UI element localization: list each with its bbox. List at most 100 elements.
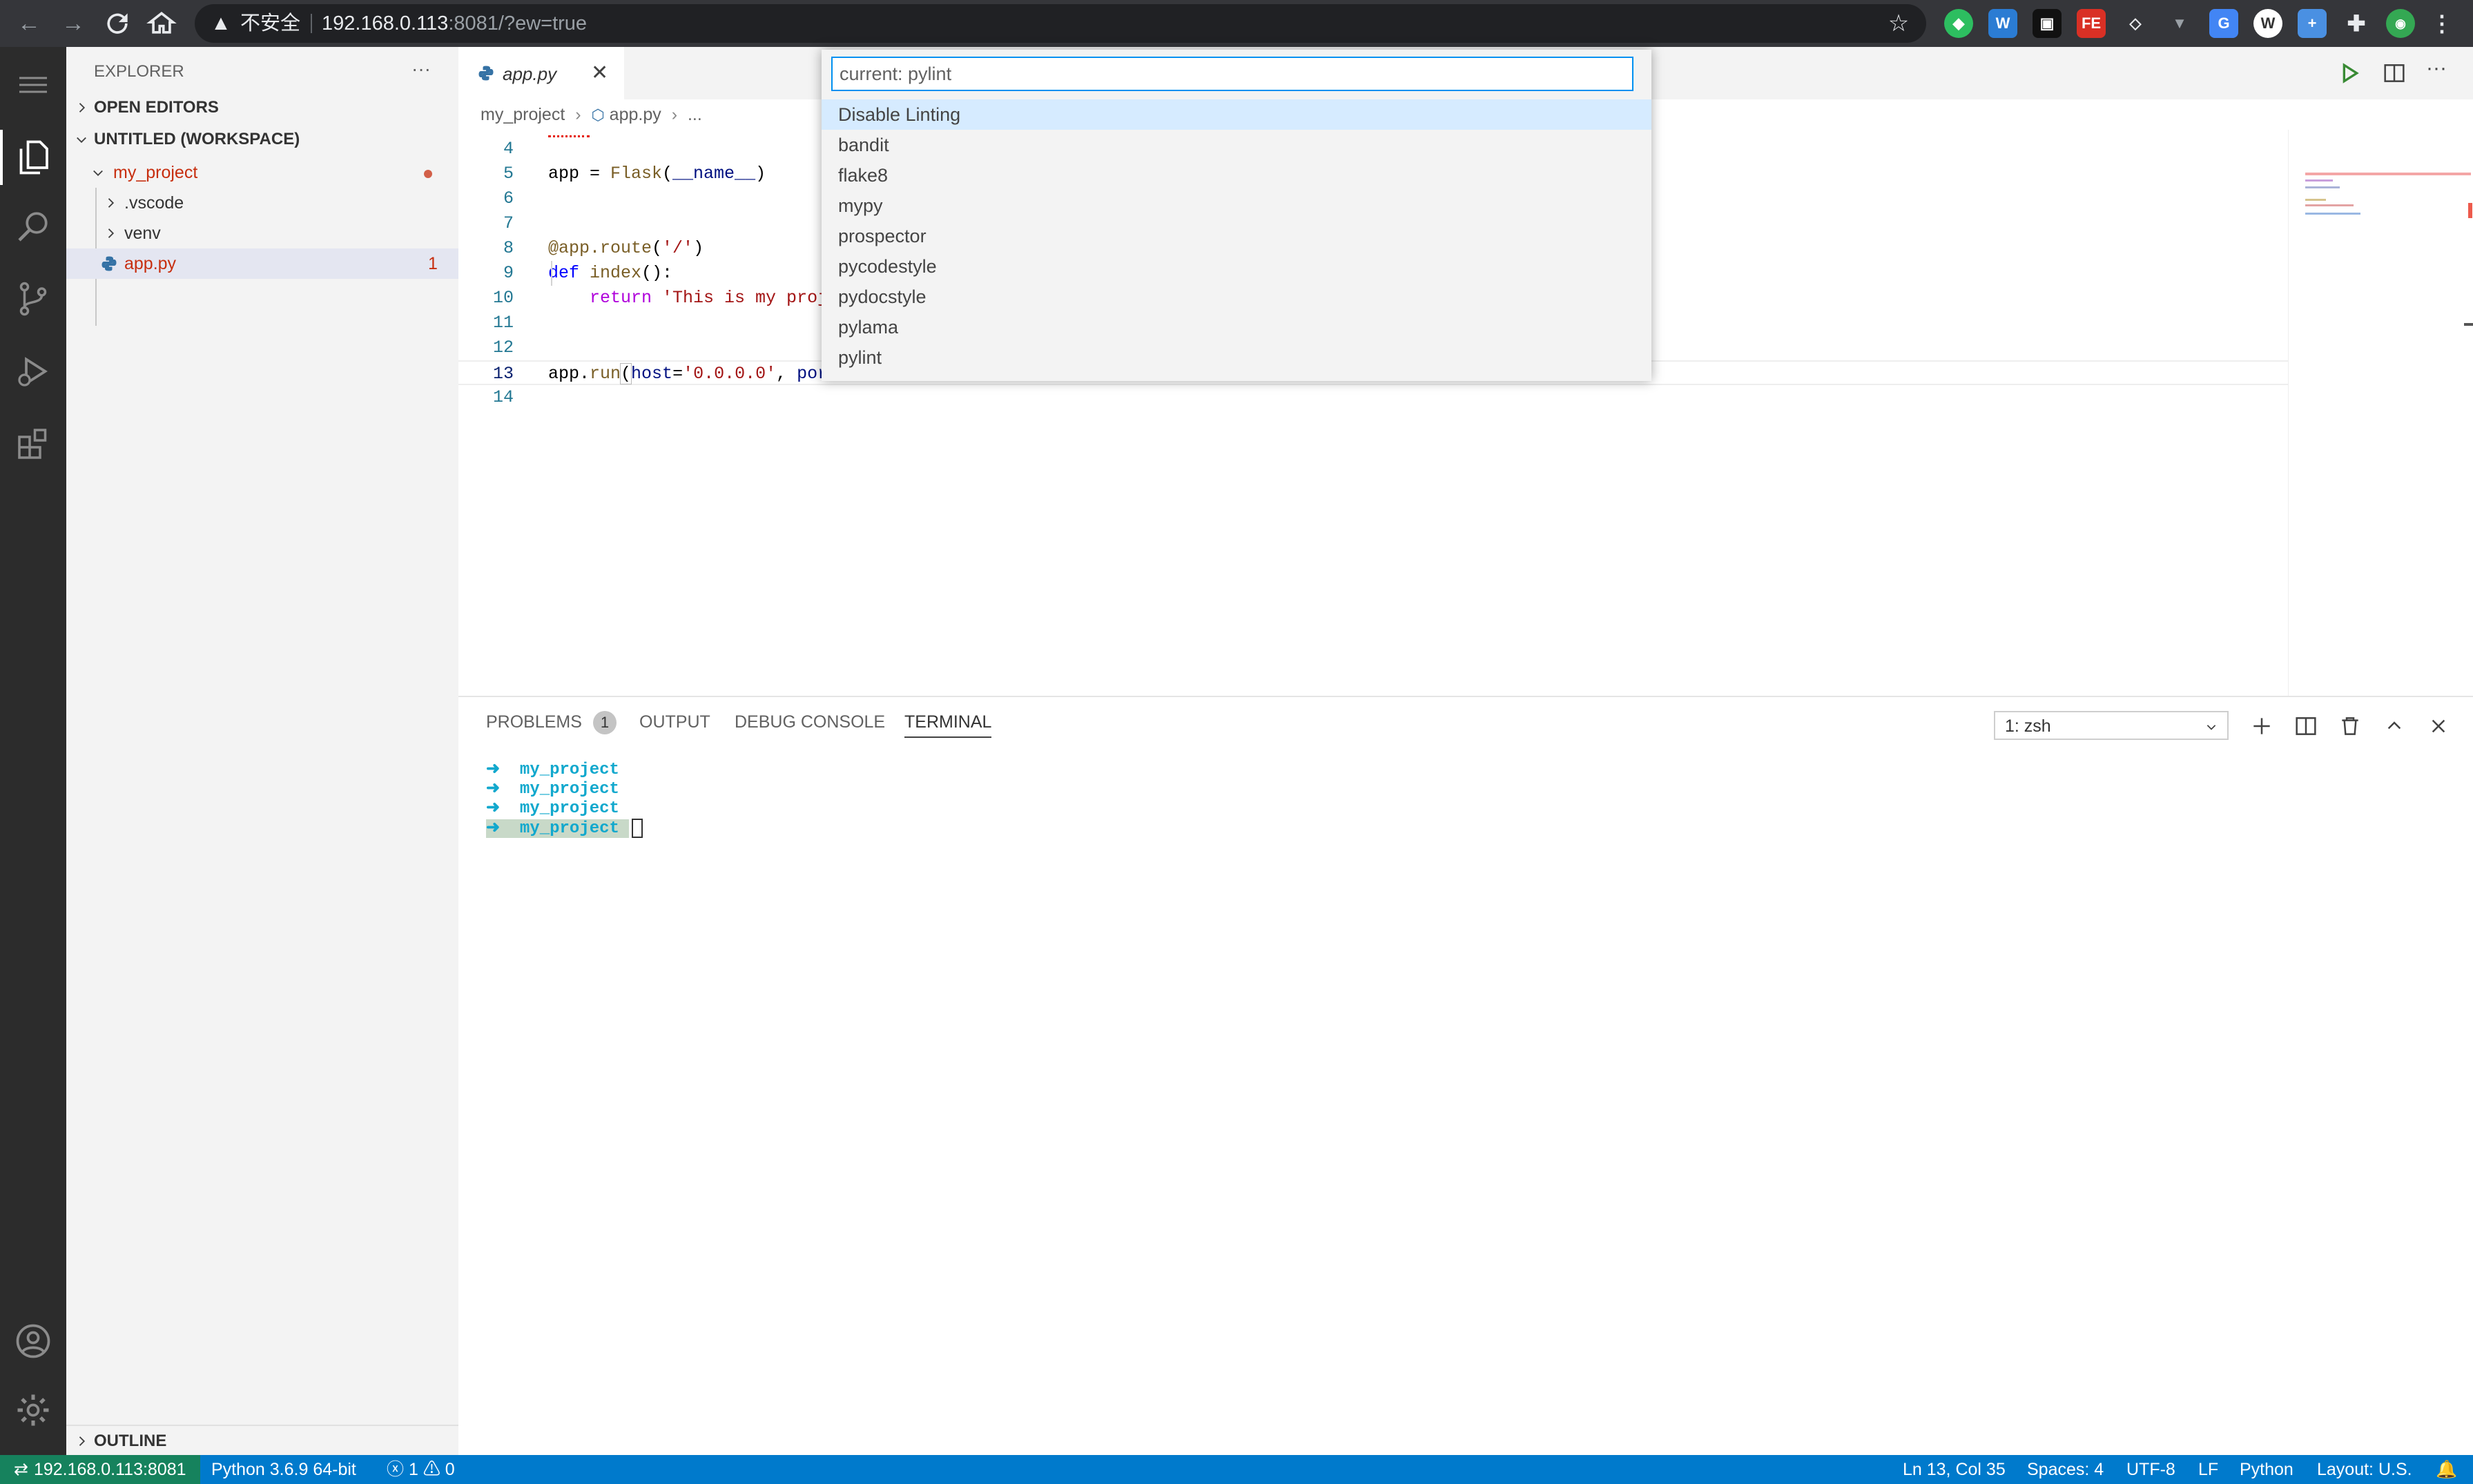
tab-terminal[interactable]: TERMINAL <box>904 712 992 738</box>
quick-pick-item[interactable]: Disable Linting <box>822 99 1651 130</box>
folder-label: venv <box>124 224 161 243</box>
overview-ruler-cursor <box>2464 323 2473 326</box>
terminal-select-value: 1: zsh <box>2005 716 2051 736</box>
quick-pick-item[interactable]: bandit <box>822 130 1651 160</box>
tab-output[interactable]: OUTPUT <box>639 712 710 732</box>
quick-pick-item[interactable]: pylama <box>822 312 1651 342</box>
line-number: 5 <box>503 164 514 184</box>
line-number: 10 <box>492 288 514 308</box>
profile-avatar[interactable]: ◉ <box>2386 9 2415 38</box>
split-editor-icon[interactable] <box>2380 59 2408 87</box>
language-mode[interactable]: Python <box>2240 1455 2293 1484</box>
breadcrumb-folder[interactable]: my_project <box>481 105 565 124</box>
puzzle-extensions-icon[interactable]: ✚ <box>2342 9 2371 38</box>
accounts-icon[interactable] <box>12 1320 54 1362</box>
end-of-line[interactable]: LF <box>2198 1455 2218 1484</box>
evernote-extension-icon[interactable]: ◆ <box>1944 9 1973 38</box>
more-actions-icon[interactable]: ··· <box>2426 57 2447 80</box>
url-path: :8081/?ew=true <box>448 12 588 35</box>
close-icon[interactable]: ✕ <box>591 61 608 85</box>
terminal-line-current: ➜ my_project <box>486 819 643 839</box>
new-terminal-icon[interactable] <box>2248 712 2276 740</box>
diamond-extension-icon[interactable]: ◇ <box>2121 9 2150 38</box>
explorer-sidebar: EXPLORER ··· OPEN EDITORS UNTITLED (WORK… <box>66 47 458 1455</box>
error-icon: ⓧ <box>387 1460 405 1479</box>
translate-extension-icon[interactable]: G <box>2209 9 2238 38</box>
security-label[interactable]: 不安全 <box>240 4 300 43</box>
forward-icon[interactable]: → <box>58 8 88 39</box>
minimap-error-line <box>2305 173 2471 175</box>
code-text: app = Flask(__name__) <box>548 164 766 184</box>
address-bar[interactable]: ▲ 不安全 192.168.0.113:8081/?ew=true ☆ <box>195 4 1926 43</box>
open-editors-header[interactable]: OPEN EDITORS <box>66 94 458 121</box>
settings-gear-icon[interactable] <box>12 1389 54 1431</box>
url-text[interactable]: 192.168.0.113:8081/?ew=true <box>322 4 587 43</box>
cursor-position[interactable]: Ln 13, Col 35 <box>1903 1455 2006 1484</box>
vue-extension-icon[interactable]: ▼ <box>2165 9 2194 38</box>
explorer-more-actions[interactable]: ··· <box>411 58 431 80</box>
bookmark-star-icon[interactable]: ☆ <box>1885 10 1912 37</box>
source-control-icon[interactable] <box>12 278 54 320</box>
terminal-select[interactable]: 1: zsh <box>1994 711 2229 740</box>
warning-icon[interactable]: ▲ <box>208 11 233 36</box>
extensions-icon[interactable] <box>12 423 54 465</box>
item-label: prospector <box>838 226 927 246</box>
python-file-icon <box>478 65 494 81</box>
dictionary-extension-icon[interactable]: ▣ <box>2033 9 2062 38</box>
python-interpreter[interactable]: Python 3.6.9 64-bit <box>211 1455 356 1484</box>
split-terminal-icon[interactable] <box>2292 712 2320 740</box>
run-debug-icon[interactable] <box>12 351 54 392</box>
plus-extension-icon[interactable]: + <box>2298 9 2327 38</box>
warning-count: 0 <box>445 1460 455 1479</box>
encoding[interactable]: UTF-8 <box>2126 1455 2175 1484</box>
tree-item-vscode[interactable]: .vscode <box>66 188 458 218</box>
explorer-files-icon[interactable] <box>12 137 54 178</box>
run-python-icon[interactable] <box>2335 59 2363 87</box>
w-extension-icon[interactable]: W <box>2253 9 2282 38</box>
quick-pick-item[interactable]: pydocstyle <box>822 282 1651 312</box>
line-number: 11 <box>492 313 514 333</box>
remote-indicator[interactable]: ⇄ 192.168.0.113:8081 <box>0 1455 200 1484</box>
search-icon[interactable] <box>12 206 54 247</box>
problem-count-badge: 1 <box>428 254 438 273</box>
minimap-line <box>2305 179 2333 182</box>
workspace-label: UNTITLED (WORKSPACE) <box>94 130 300 148</box>
outline-header[interactable]: OUTLINE <box>66 1425 458 1456</box>
minimap-line <box>2305 199 2326 201</box>
tab-problems[interactable]: PROBLEMS 1 <box>486 711 617 734</box>
quick-pick-item[interactable]: mypy <box>822 191 1651 221</box>
terminal[interactable]: ➜ my_project ➜ my_project ➜ my_project ➜… <box>458 752 2473 1449</box>
trash-icon[interactable] <box>2336 712 2364 740</box>
breadcrumb-file[interactable]: app.py <box>610 105 661 124</box>
tab-app-py[interactable]: app.py ✕ <box>458 47 624 99</box>
browser-menu-icon[interactable]: ⋮ <box>2427 9 2456 38</box>
indentation[interactable]: Spaces: 4 <box>2027 1455 2104 1484</box>
maximize-panel-icon[interactable] <box>2380 712 2408 740</box>
close-panel-icon[interactable] <box>2425 712 2452 740</box>
url-host: 192.168.0.113 <box>322 12 449 35</box>
minimap[interactable] <box>2288 130 2473 696</box>
fe-extension-icon[interactable]: FE <box>2077 9 2106 38</box>
quick-pick-item[interactable]: flake8 <box>822 160 1651 191</box>
menu-icon[interactable] <box>12 75 54 95</box>
tree-item-venv[interactable]: venv <box>66 218 458 248</box>
minimap-line <box>2305 186 2340 188</box>
quick-pick-item[interactable]: pylint <box>822 342 1651 373</box>
line-number: 8 <box>503 238 514 258</box>
workspace-header[interactable]: UNTITLED (WORKSPACE) <box>66 126 458 153</box>
tree-item-app-py[interactable]: app.py 1 <box>66 248 458 279</box>
quick-pick-item[interactable]: prospector <box>822 221 1651 251</box>
quick-pick-input[interactable] <box>831 57 1633 91</box>
notifications-bell-icon[interactable]: 🔔 <box>2436 1455 2457 1484</box>
keyboard-layout[interactable]: Layout: U.S. <box>2317 1455 2412 1484</box>
back-icon[interactable]: ← <box>14 8 44 39</box>
home-icon[interactable] <box>146 8 177 39</box>
line-number: 14 <box>492 387 514 407</box>
tab-debug-console[interactable]: DEBUG CONSOLE <box>735 712 885 732</box>
word-extension-icon[interactable]: W <box>1988 9 2017 38</box>
breadcrumb-symbol[interactable]: ... <box>688 105 702 124</box>
tree-item-my-project[interactable]: my_project <box>66 157 458 188</box>
quick-pick-item[interactable]: pycodestyle <box>822 251 1651 282</box>
problems-status[interactable]: ⓧ 1 ⚠ 0 <box>387 1455 455 1484</box>
reload-icon[interactable] <box>102 8 133 39</box>
